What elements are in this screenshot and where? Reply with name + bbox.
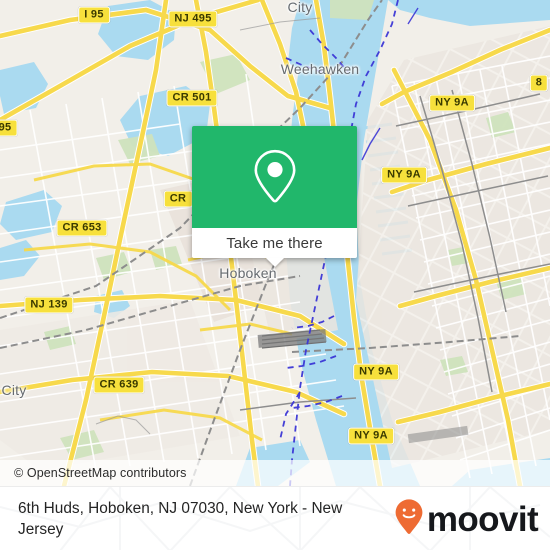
moovit-map-page: City Weehawken Hoboken City I 95 NJ 495 … (0, 0, 550, 550)
road-shield: CR 653 (56, 219, 108, 237)
road-shield: NJ 495 (168, 10, 218, 28)
map-place-label: Hoboken (219, 265, 277, 281)
card-header (192, 126, 357, 228)
card-pointer (265, 258, 284, 267)
map-attribution: © OpenStreetMap contributors (0, 460, 550, 486)
page-footer: 6th Huds, Hoboken, NJ 07030, New York - … (0, 486, 550, 550)
road-shield: NY 9A (381, 166, 427, 184)
moovit-wordmark: moovit (426, 499, 539, 539)
map-place-label: Weehawken (280, 61, 360, 77)
map-place-label: City (287, 0, 313, 15)
road-shield: 95 (0, 119, 18, 137)
moovit-pin-smiley-icon (394, 498, 424, 541)
road-shield: NJ 139 (24, 296, 74, 314)
road-shield: NY 9A (429, 94, 475, 112)
road-shield: NY 9A (348, 427, 394, 445)
map-place-label: City (1, 382, 27, 398)
destination-card[interactable]: Take me there (192, 126, 357, 267)
attribution-text: © OpenStreetMap contributors (14, 466, 187, 480)
road-shield: I 95 (78, 6, 110, 24)
road-shield: 8 (529, 74, 549, 92)
moovit-logo[interactable]: moovit (394, 498, 539, 541)
take-me-there-label: Take me there (226, 234, 323, 252)
page-title: 6th Huds, Hoboken, NJ 07030, New York - … (18, 500, 343, 538)
road-shield: CR 501 (166, 89, 218, 107)
take-me-there-button[interactable]: Take me there (192, 228, 357, 267)
road-shield: CR 639 (93, 376, 145, 394)
map-viewport[interactable]: City Weehawken Hoboken City I 95 NJ 495 … (0, 0, 550, 486)
road-shield: CR (163, 190, 193, 208)
map-pin-icon (252, 148, 298, 206)
road-shield: NY 9A (353, 363, 399, 381)
